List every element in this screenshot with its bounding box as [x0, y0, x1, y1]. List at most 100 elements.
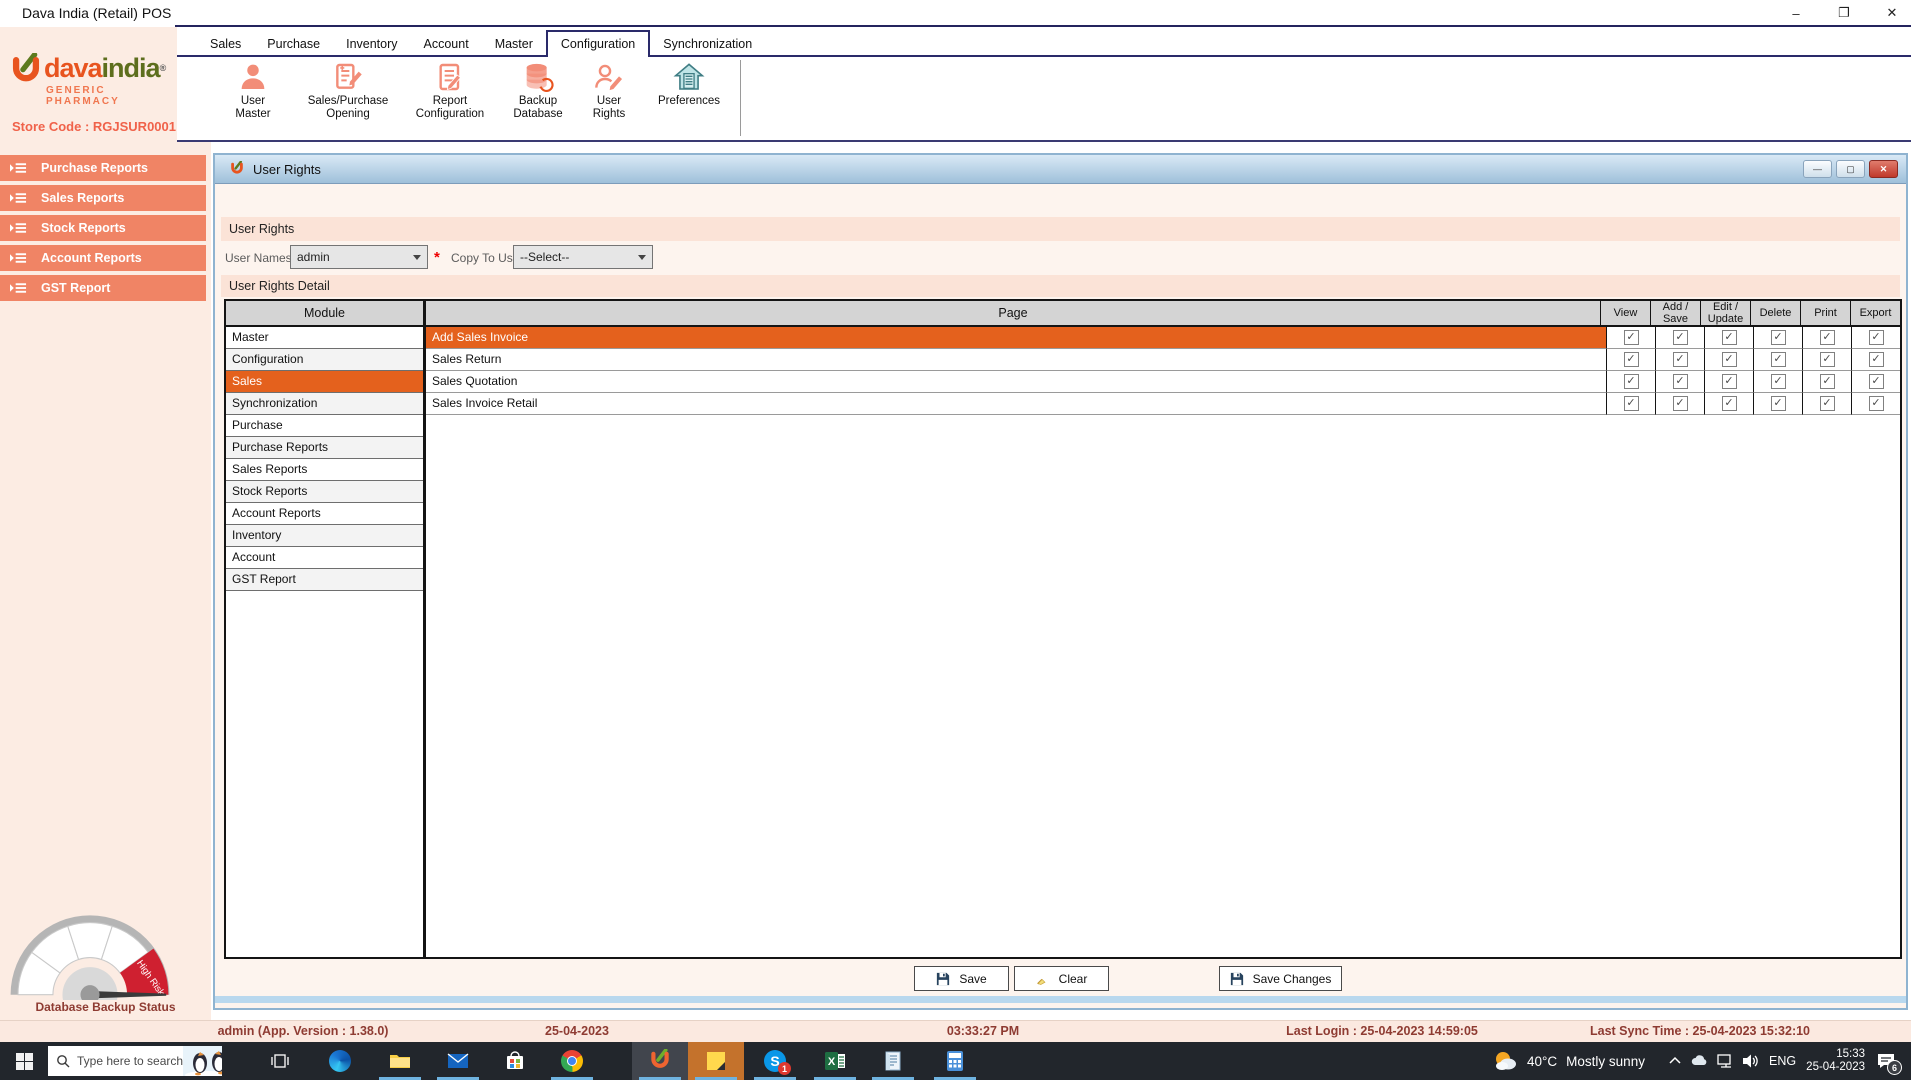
tab-configuration[interactable]: Configuration [546, 30, 650, 57]
notification-center[interactable]: 6 [1876, 1042, 1896, 1080]
checkbox-edit-update[interactable]: ✓ [1722, 374, 1737, 389]
taskbar-calculator[interactable] [933, 1042, 977, 1080]
sidebar-item-gst-report[interactable]: GST Report [0, 275, 206, 301]
sidebar-item-sales-reports[interactable]: Sales Reports [0, 185, 206, 211]
checkbox-print[interactable]: ✓ [1820, 330, 1835, 345]
tray-chevron[interactable] [1668, 1042, 1682, 1080]
tab-master[interactable]: Master [482, 32, 546, 55]
taskbar-excel[interactable]: X [813, 1042, 857, 1080]
checkbox-export[interactable]: ✓ [1869, 396, 1884, 411]
checkbox-view[interactable]: ✓ [1624, 396, 1639, 411]
document-plus-icon [332, 61, 364, 93]
checkbox-print[interactable]: ✓ [1820, 352, 1835, 367]
page-name[interactable]: Sales Return [426, 349, 1606, 371]
checkbox-delete[interactable]: ✓ [1771, 396, 1786, 411]
ribbon-user-master[interactable]: User Master [215, 61, 291, 121]
checkbox-print[interactable]: ✓ [1820, 374, 1835, 389]
dialog-titlebar[interactable]: User Rights — ▢ ✕ [215, 155, 1906, 184]
checkbox-delete[interactable]: ✓ [1771, 330, 1786, 345]
module-row-inventory[interactable]: Inventory [226, 525, 423, 547]
window-minimize-button[interactable]: – [1787, 6, 1805, 21]
checkbox-edit-update[interactable]: ✓ [1722, 352, 1737, 367]
module-row-sales-reports[interactable]: Sales Reports [226, 459, 423, 481]
clear-button[interactable]: Clear [1014, 966, 1109, 991]
taskbar-file-explorer[interactable] [378, 1042, 422, 1080]
permission-cell: ✓ [1655, 371, 1704, 393]
module-row-gst-report[interactable]: GST Report [226, 569, 423, 591]
user-names-select[interactable]: admin [290, 245, 428, 269]
sidebar-item-purchase-reports[interactable]: Purchase Reports [0, 155, 206, 181]
calculator-icon [944, 1050, 966, 1072]
list-arrow-icon [10, 251, 27, 265]
page-name[interactable]: Sales Invoice Retail [426, 393, 1606, 415]
ribbon-backup-database[interactable]: Backup Database [495, 61, 581, 121]
checkbox-delete[interactable]: ✓ [1771, 352, 1786, 367]
module-row-account[interactable]: Account [226, 547, 423, 569]
checkbox-edit-update[interactable]: ✓ [1722, 330, 1737, 345]
ribbon-user-rights[interactable]: User Rights [581, 61, 637, 121]
checkbox-add-save[interactable]: ✓ [1673, 374, 1688, 389]
checkbox-add-save[interactable]: ✓ [1673, 396, 1688, 411]
folder-icon [389, 1050, 411, 1072]
save-button[interactable]: Save [914, 966, 1009, 991]
checkbox-view[interactable]: ✓ [1624, 330, 1639, 345]
module-row-purchase-reports[interactable]: Purchase Reports [226, 437, 423, 459]
checkbox-export[interactable]: ✓ [1869, 330, 1884, 345]
checkbox-print[interactable]: ✓ [1820, 396, 1835, 411]
task-view-button[interactable] [258, 1042, 302, 1080]
module-row-purchase[interactable]: Purchase [226, 415, 423, 437]
checkbox-add-save[interactable]: ✓ [1673, 352, 1688, 367]
save-changes-button[interactable]: Save Changes [1219, 966, 1342, 991]
checkbox-view[interactable]: ✓ [1624, 374, 1639, 389]
module-row-sales[interactable]: Sales [226, 371, 423, 393]
taskbar-chrome[interactable] [550, 1042, 594, 1080]
taskbar-skype[interactable]: S 1 [753, 1042, 797, 1080]
weather-widget[interactable]: 40°C Mostly sunny [1492, 1042, 1645, 1080]
checkbox-delete[interactable]: ✓ [1771, 374, 1786, 389]
checkbox-export[interactable]: ✓ [1869, 374, 1884, 389]
tray-onedrive[interactable] [1690, 1042, 1710, 1080]
copy-to-user-select[interactable]: --Select-- [513, 245, 653, 269]
speaker-icon [1740, 1051, 1760, 1071]
module-row-synchronization[interactable]: Synchronization [226, 393, 423, 415]
tray-clock[interactable]: 15:33 25-04-2023 [1803, 1042, 1865, 1080]
tab-inventory[interactable]: Inventory [333, 32, 410, 55]
start-button[interactable] [0, 1042, 48, 1080]
module-row-configuration[interactable]: Configuration [226, 349, 423, 371]
window-restore-button[interactable]: ❐ [1835, 5, 1853, 21]
permission-cell: ✓ [1851, 393, 1900, 415]
dialog-close-button[interactable]: ✕ [1869, 160, 1898, 178]
tab-synchronization[interactable]: Synchronization [650, 32, 765, 55]
sidebar-item-account-reports[interactable]: Account Reports [0, 245, 206, 271]
ribbon-sales-purchase-opening[interactable]: Sales/Purchase Opening [295, 61, 401, 121]
tab-sales[interactable]: Sales [197, 32, 254, 55]
taskbar-sticky-notes[interactable] [688, 1042, 744, 1080]
checkbox-add-save[interactable]: ✓ [1673, 330, 1688, 345]
ribbon-preferences[interactable]: Preferences [649, 61, 729, 108]
checkbox-edit-update[interactable]: ✓ [1722, 396, 1737, 411]
module-row-master[interactable]: Master [226, 327, 423, 349]
ribbon-report-configuration[interactable]: Report Configuration [395, 61, 505, 121]
page-name[interactable]: Add Sales Invoice [426, 327, 1606, 349]
dialog-maximize-button[interactable]: ▢ [1836, 160, 1865, 178]
window-close-button[interactable]: ✕ [1883, 5, 1901, 21]
tray-volume[interactable] [1740, 1042, 1760, 1080]
taskbar-search[interactable]: Type here to search [48, 1046, 222, 1076]
page-name[interactable]: Sales Quotation [426, 371, 1606, 393]
tab-purchase[interactable]: Purchase [254, 32, 333, 55]
taskbar-notepad[interactable] [871, 1042, 915, 1080]
checkbox-export[interactable]: ✓ [1869, 352, 1884, 367]
sidebar-item-stock-reports[interactable]: Stock Reports [0, 215, 206, 241]
module-row-account-reports[interactable]: Account Reports [226, 503, 423, 525]
module-row-stock-reports[interactable]: Stock Reports [226, 481, 423, 503]
taskbar-store[interactable] [493, 1042, 537, 1080]
checkbox-view[interactable]: ✓ [1624, 352, 1639, 367]
mortar-pestle-logo-icon [8, 53, 44, 89]
tab-account[interactable]: Account [411, 32, 482, 55]
tray-network[interactable] [1716, 1042, 1735, 1080]
taskbar-dava-pos[interactable] [632, 1042, 688, 1080]
taskbar-mail[interactable] [436, 1042, 480, 1080]
tray-language[interactable]: ENG [1769, 1042, 1796, 1080]
taskbar-edge[interactable] [318, 1042, 362, 1080]
dialog-minimize-button[interactable]: — [1803, 160, 1832, 178]
